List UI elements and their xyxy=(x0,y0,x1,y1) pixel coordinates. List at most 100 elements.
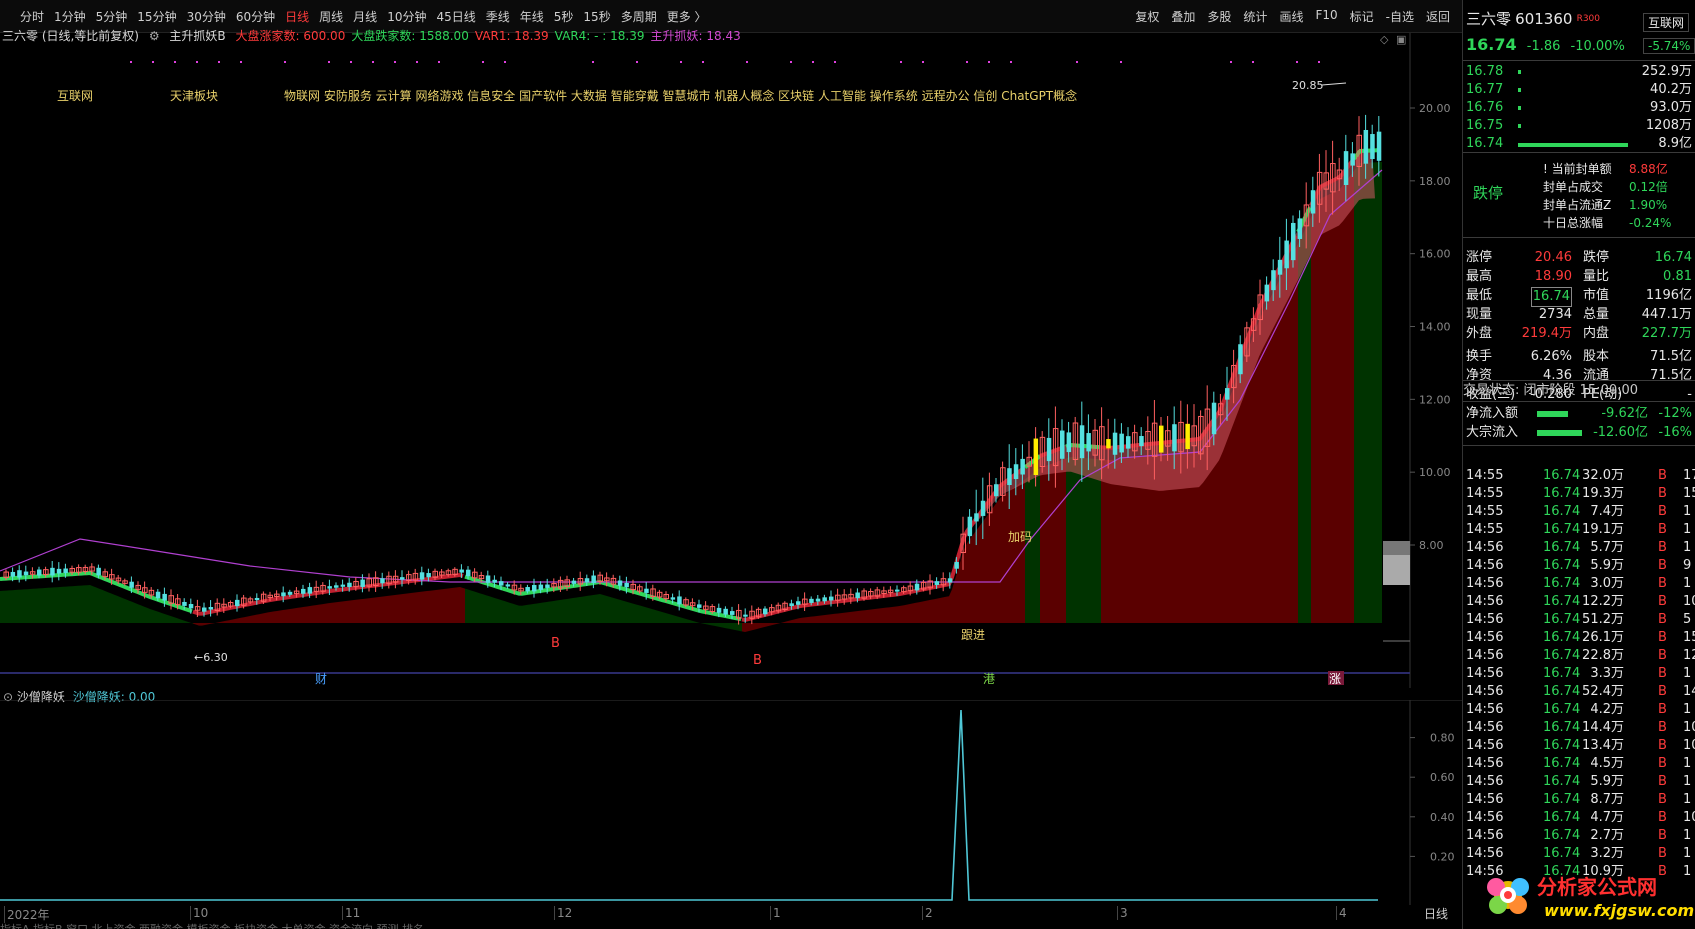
period-tab[interactable]: 5秒 xyxy=(554,8,574,25)
period-tab[interactable]: 45日线 xyxy=(436,8,475,25)
order-price: 16.75 xyxy=(1466,118,1504,133)
order-level[interactable]: 16.77 40.2万 xyxy=(1463,81,1695,99)
tool-button[interactable]: -自选 xyxy=(1386,8,1414,25)
candle-body xyxy=(1376,131,1382,161)
candle-body xyxy=(1079,425,1085,459)
tick-row[interactable]: 14:56 16.74 51.2万 B 5 xyxy=(1463,611,1695,629)
signal-dot xyxy=(1318,61,1320,63)
sector-button[interactable]: 互联网 xyxy=(1643,13,1690,32)
tool-button[interactable]: 多股 xyxy=(1207,8,1231,25)
signal-dot xyxy=(702,61,704,63)
tick-row[interactable]: 14:56 16.74 4.5万 B 1 xyxy=(1463,755,1695,773)
tick-row[interactable]: 14:55 16.74 19.1万 B 1 xyxy=(1463,521,1695,539)
candle-body xyxy=(789,603,794,607)
candle-body xyxy=(822,597,827,602)
signal-dot xyxy=(636,61,638,63)
order-level[interactable]: 16.78 252.9万 xyxy=(1463,63,1695,81)
period-tab[interactable]: 周线 xyxy=(319,8,343,25)
index-badge: R300 xyxy=(1576,14,1600,24)
tick-row[interactable]: 14:56 16.74 3.0万 B 1 xyxy=(1463,575,1695,593)
price-marker xyxy=(1383,555,1410,585)
window-icon: ▣ xyxy=(1396,33,1406,46)
period-tab[interactable]: 季线 xyxy=(486,8,510,25)
tick-row[interactable]: 14:56 16.74 5.9万 B 1 xyxy=(1463,773,1695,791)
order-price: 16.77 xyxy=(1466,82,1504,97)
period-tab[interactable]: 10分钟 xyxy=(387,8,426,25)
candle-body xyxy=(505,584,511,587)
indicator-chart[interactable]: 0.80 0.60 0.40 0.20 xyxy=(0,700,1462,905)
period-tab[interactable]: 5分钟 xyxy=(96,8,128,25)
candle-body xyxy=(466,569,471,577)
y-tick-label: 0.40 xyxy=(1430,811,1455,824)
period-tab[interactable]: 日线 xyxy=(285,8,309,25)
date-label: 1 xyxy=(770,906,781,920)
candle-body xyxy=(796,601,801,605)
order-volume: 93.0万 xyxy=(1650,100,1692,115)
candle-body xyxy=(571,580,577,584)
order-price: 16.74 xyxy=(1466,136,1504,151)
watermark-logo: 分析家公式网 www.fxjgsw.com xyxy=(1487,875,1694,920)
buy-marker: B xyxy=(551,636,560,651)
tick-row[interactable]: 14:5616.744.7万B10 xyxy=(1463,809,1695,827)
candle-body xyxy=(1126,436,1131,449)
tool-button[interactable]: 统计 xyxy=(1243,8,1267,25)
tick-row[interactable]: 14:5516.7432.0万B17 xyxy=(1463,467,1695,485)
tick-row[interactable]: 14:56 16.74 5.7万 B 1 xyxy=(1463,539,1695,557)
signal-dot xyxy=(1252,61,1254,63)
tick-row[interactable]: 14:56 16.74 4.2万 B 1 xyxy=(1463,701,1695,719)
signal-dot xyxy=(416,61,418,63)
limit-info-row: 封单占流通Z 1.90% xyxy=(1543,198,1668,212)
tick-row[interactable]: 14:56 16.74 5.9万 B 9 xyxy=(1463,557,1695,575)
order-level[interactable]: 16.75 1208万 xyxy=(1463,117,1695,135)
tick-row[interactable]: 14:5616.7412.2万B10 xyxy=(1463,593,1695,611)
candle-body xyxy=(37,569,42,576)
order-level[interactable]: 16.74 8.9亿 xyxy=(1463,135,1695,153)
period-tab[interactable]: 60分钟 xyxy=(236,8,275,25)
tool-button[interactable]: 画线 xyxy=(1279,8,1303,25)
tick-row[interactable]: 14:56 16.74 2.7万 B 1 xyxy=(1463,827,1695,845)
period-tab[interactable]: 更多 〉 xyxy=(667,8,707,25)
candle-body xyxy=(763,608,768,615)
tick-row[interactable]: 14:5616.7413.4万B10 xyxy=(1463,737,1695,755)
candle-body xyxy=(63,568,68,574)
period-tabs: 分时 1分钟 5分钟 15分钟 30分钟 60分钟 日线 周线 月线 10分钟 45日线 季线 年线 5秒… xyxy=(20,8,707,25)
tick-row[interactable]: 14:56 16.74 8.7万 B 1 xyxy=(1463,791,1695,809)
period-tab[interactable]: 分时 xyxy=(20,8,44,25)
order-level[interactable]: 16.76 93.0万 xyxy=(1463,99,1695,117)
period-tab[interactable]: 15分钟 xyxy=(137,8,176,25)
price-change: -1.86 xyxy=(1526,39,1561,54)
tick-row[interactable]: 14:5616.7452.4万B14 xyxy=(1463,683,1695,701)
tick-row[interactable]: 14:5616.7422.8万B12 xyxy=(1463,647,1695,665)
tick-row[interactable]: 14:56 16.74 3.2万 B 1 xyxy=(1463,845,1695,863)
tool-button[interactable]: 标记 xyxy=(1350,8,1374,25)
tick-row[interactable]: 14:55 16.74 7.4万 B 1 xyxy=(1463,503,1695,521)
tick-row[interactable]: 14:5516.7419.3万B15 xyxy=(1463,485,1695,503)
tool-button[interactable]: F10 xyxy=(1315,8,1337,25)
bottom-tabs[interactable]: 指标A 指标B 窗口 北上资金 两融资金 模板资金 板块资金 大单资金 资金流向… xyxy=(0,921,1462,929)
period-tab[interactable]: 月线 xyxy=(353,8,377,25)
candle-body xyxy=(23,571,29,576)
candlestick-chart[interactable]: 20.00 18.00 16.00 14.00 12.00 10.00 8.00 20.85 ←… xyxy=(0,33,1462,688)
period-tab[interactable]: 1分钟 xyxy=(54,8,86,25)
stat-row: 涨停 20.46 跌停 16.74 xyxy=(1466,250,1692,265)
candle-body xyxy=(934,581,940,585)
candle-body xyxy=(1271,270,1276,291)
period-tab[interactable]: 多周期 xyxy=(621,8,657,25)
signal-dot xyxy=(174,61,176,63)
stock-name: 三六零 xyxy=(1466,10,1512,28)
tick-row[interactable]: 14:5616.7426.1万B15 xyxy=(1463,629,1695,647)
period-tab[interactable]: 15秒 xyxy=(583,8,610,25)
signal-dot xyxy=(196,61,198,63)
high-price-label: 20.85 xyxy=(1292,79,1324,92)
tick-row[interactable]: 14:56 16.74 3.3万 B 1 xyxy=(1463,665,1695,683)
candle-body xyxy=(56,568,62,574)
tool-button[interactable]: 返回 xyxy=(1426,8,1450,25)
signal-dot xyxy=(746,61,748,63)
tool-button[interactable]: 复权 xyxy=(1135,8,1159,25)
period-tab[interactable]: 年线 xyxy=(520,8,544,25)
tick-row[interactable]: 14:5616.7414.4万B10 xyxy=(1463,719,1695,737)
tool-button[interactable]: 叠加 xyxy=(1171,8,1195,25)
candle-body xyxy=(492,579,497,583)
period-tab[interactable]: 30分钟 xyxy=(187,8,226,25)
y-tick-label: 16.00 xyxy=(1419,248,1451,261)
